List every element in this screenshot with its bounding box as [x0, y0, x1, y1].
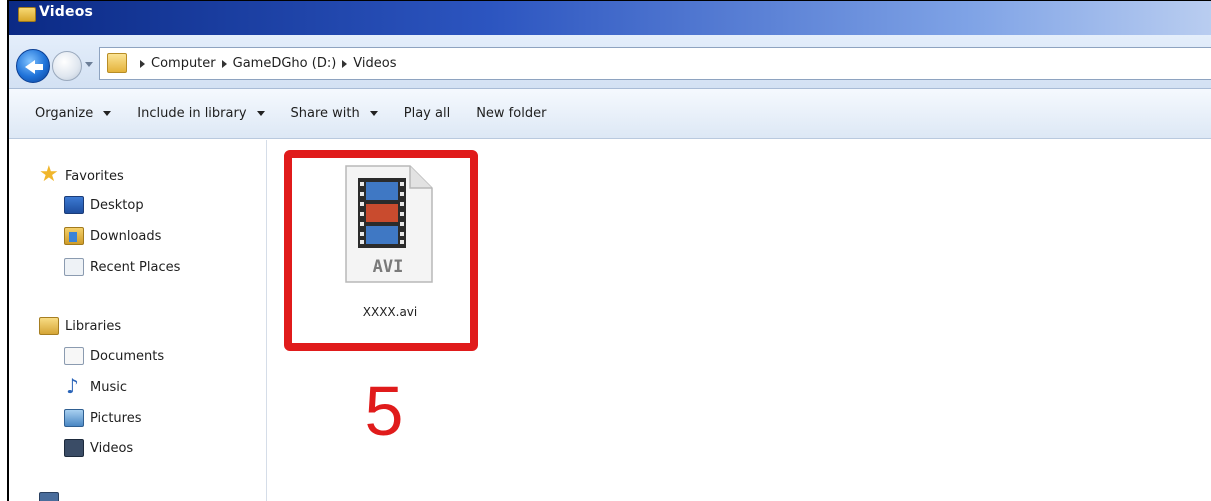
include-in-library-button[interactable]: Include in library	[137, 106, 265, 121]
chevron-right-icon[interactable]	[140, 59, 145, 68]
sidebar-item-label: Videos	[90, 440, 134, 456]
sidebar-item-libraries[interactable]: Libraries	[39, 317, 121, 335]
chevron-right-icon[interactable]	[221, 59, 227, 68]
chevron-right-icon[interactable]	[342, 59, 348, 68]
new-folder-button[interactable]: New folder	[476, 106, 546, 121]
sidebar-item-label: Desktop	[90, 197, 144, 213]
film-icon	[64, 439, 84, 457]
music-note-icon	[64, 374, 84, 398]
pictures-icon	[64, 409, 84, 427]
sidebar-item-favorites[interactable]: Favorites	[39, 162, 124, 187]
recent-pages-dropdown[interactable]	[85, 62, 93, 67]
title-bar[interactable]: Videos	[9, 1, 1211, 35]
play-all-button[interactable]: Play all	[404, 106, 450, 121]
libraries-icon	[39, 317, 59, 335]
sidebar-item-pictures[interactable]: Pictures	[64, 409, 141, 427]
forward-button[interactable]	[52, 51, 82, 81]
command-bar: Organize Include in library Share with P…	[9, 89, 1211, 139]
chevron-down-icon	[103, 111, 112, 116]
sidebar-item-documents[interactable]: Documents	[64, 347, 164, 365]
chevron-down-icon	[369, 111, 378, 116]
breadcrumb-drive[interactable]: GameDGho (D:)	[233, 56, 337, 71]
sidebar-item-videos[interactable]: Videos	[64, 439, 133, 457]
sidebar-item-desktop[interactable]: Desktop	[64, 196, 144, 214]
step-number: 5	[364, 372, 404, 450]
recent-places-icon	[64, 258, 84, 276]
share-with-label: Share with	[290, 106, 360, 121]
sidebar-item-label: Libraries	[65, 318, 122, 334]
navigation-pane: Favorites Desktop Downloads Recent Place…	[9, 140, 267, 501]
sidebar-item-label: Music	[90, 379, 127, 395]
address-bar[interactable]: Computer GameDGho (D:) Videos	[99, 47, 1211, 80]
sidebar-item-label: Documents	[90, 348, 165, 364]
address-row: Computer GameDGho (D:) Videos	[9, 35, 1211, 89]
back-button[interactable]	[16, 49, 50, 83]
sidebar-item-label: Favorites	[65, 168, 124, 184]
share-with-button[interactable]: Share with	[291, 106, 378, 121]
breadcrumb-computer[interactable]: Computer	[151, 56, 216, 71]
sidebar-item-music[interactable]: Music	[64, 374, 127, 398]
sidebar-item-recent-places[interactable]: Recent Places	[64, 258, 180, 276]
sidebar-item-label: Recent Places	[90, 259, 181, 275]
new-folder-label: New folder	[476, 106, 547, 121]
documents-icon	[64, 347, 84, 365]
sidebar-item-label: Downloads	[90, 228, 162, 244]
play-all-label: Play all	[403, 106, 451, 121]
chevron-down-icon	[256, 111, 265, 116]
screenshot: Videos Computer GameDGho (D:) Videos Org…	[0, 0, 1211, 501]
sidebar-item-label: Pictures	[90, 410, 142, 426]
breadcrumb-videos[interactable]: Videos	[353, 56, 396, 71]
breadcrumb: Computer GameDGho (D:) Videos	[134, 48, 397, 79]
computer-icon	[39, 492, 59, 501]
star-icon	[39, 162, 59, 187]
desktop-icon	[64, 196, 84, 214]
window-title: Videos	[39, 4, 94, 20]
explorer-window: Videos Computer GameDGho (D:) Videos Org…	[7, 0, 1211, 501]
sidebar-item-downloads[interactable]: Downloads	[64, 227, 161, 245]
downloads-folder-icon	[64, 227, 84, 245]
sidebar-item-computer[interactable]	[39, 492, 65, 501]
include-in-library-label: Include in library	[137, 106, 247, 121]
highlight-box	[284, 150, 478, 351]
folder-icon	[18, 7, 36, 22]
folder-icon	[107, 53, 127, 73]
organize-button[interactable]: Organize	[35, 106, 112, 121]
organize-label: Organize	[35, 106, 94, 121]
